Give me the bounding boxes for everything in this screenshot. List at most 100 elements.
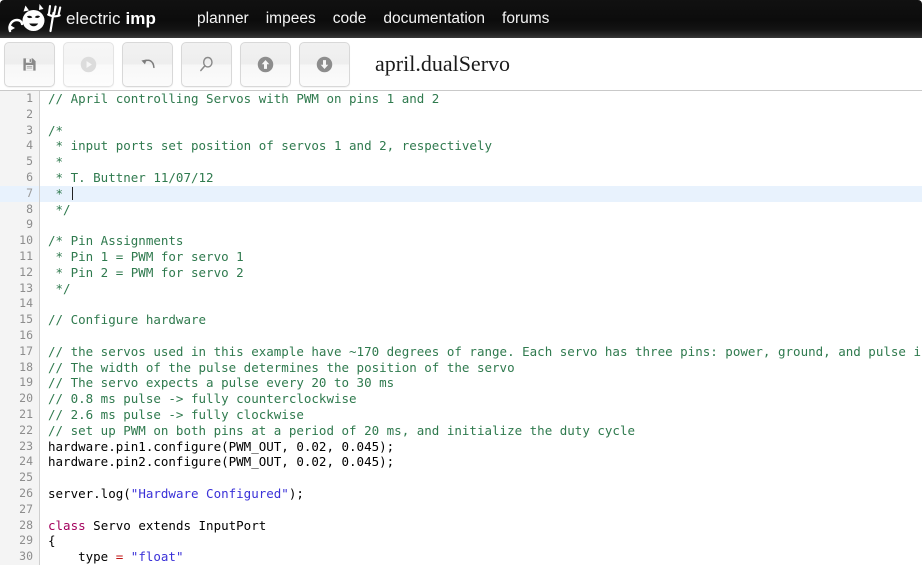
code-line-text[interactable]: /* <box>40 123 922 139</box>
code-line[interactable]: 10 /* Pin Assignments <box>0 233 922 249</box>
code-line[interactable]: 20 // 0.8 ms pulse -> fully counterclockw… <box>0 391 922 407</box>
code-line-text[interactable]: // The width of the pulse determines the… <box>40 360 922 376</box>
code-token-comment: // set up PWM on both pins at a period o… <box>48 422 635 438</box>
code-line-text[interactable] <box>40 107 922 123</box>
code-line[interactable]: 21 // 2.6 ms pulse -> fully clockwise <box>0 406 922 423</box>
code-line[interactable]: 17 // the servos used in this example hav… <box>0 343 922 360</box>
code-line[interactable]: 5 * <box>0 154 922 170</box>
code-line[interactable]: 18 // The width of the pulse determines t… <box>0 359 922 376</box>
line-number: 20 <box>0 391 40 407</box>
code-token-comment: */ <box>48 280 71 296</box>
play-circle-icon <box>80 56 97 72</box>
code-line-text[interactable]: /* Pin Assignments <box>40 233 922 249</box>
code-line[interactable]: 24 hardware.pin2.configure(PWM_OUT, 0.02,… <box>0 454 922 471</box>
code-line-text[interactable]: * T. Buttner 11/07/12 <box>40 170 922 186</box>
code-line-text[interactable]: // 0.8 ms pulse -> fully counterclockwis… <box>40 391 922 407</box>
code-token-comment: * Pin 1 = PWM for servo 1 <box>48 248 244 264</box>
code-line[interactable]: 1 // April controlling Servos with PWM on… <box>0 91 922 107</box>
line-number: 3 <box>0 122 40 139</box>
download-button[interactable] <box>299 41 350 87</box>
code-token-string: "Hardware Configured" <box>130 485 289 501</box>
code-line[interactable]: 12 * Pin 2 = PWM for servo 2 <box>0 264 922 281</box>
line-number: 26 <box>0 485 40 502</box>
code-line-text[interactable] <box>40 217 922 233</box>
code-line[interactable]: 8 */ <box>0 201 922 218</box>
code-line[interactable]: 19 // The servo expects a pulse every 20 … <box>0 375 922 392</box>
code-line[interactable]: 27 <box>0 501 922 518</box>
line-number: 7 <box>0 185 40 202</box>
code-line-text[interactable]: type = "float" <box>40 549 922 565</box>
brand-logo-group[interactable]: electric imp <box>6 0 156 38</box>
code-line-text[interactable] <box>40 296 922 312</box>
code-line[interactable]: 13 */ <box>0 280 922 297</box>
code-line-text[interactable]: */ <box>40 202 922 218</box>
code-line[interactable]: 2 <box>0 106 922 123</box>
code-line-text[interactable]: hardware.pin1.configure(PWM_OUT, 0.02, 0… <box>40 439 922 455</box>
code-token-plain: hardware.pin2.configure(PWM_OUT, 0.02, 0… <box>48 454 395 470</box>
undo-arrow-icon <box>140 59 155 69</box>
code-line-text[interactable]: // Configure hardware <box>40 312 922 328</box>
code-line[interactable]: 6 * T. Buttner 11/07/12 <box>0 169 922 186</box>
code-line[interactable]: 25 <box>0 470 922 486</box>
code-token-comment: */ <box>48 201 71 217</box>
code-line[interactable]: 4 * input ports set position of servos 1… <box>0 138 922 155</box>
code-line-text[interactable]: * input ports set position of servos 1 a… <box>40 138 922 154</box>
code-line[interactable]: 15 // Configure hardware <box>0 312 922 328</box>
search-button[interactable] <box>181 41 232 87</box>
nav-impees[interactable]: impees <box>266 0 316 38</box>
code-line[interactable]: 7 * <box>0 185 922 202</box>
code-line-text[interactable]: * Pin 1 = PWM for servo 1 <box>40 249 922 265</box>
document-title: april.dualServo <box>375 51 511 76</box>
code-line[interactable]: 28 class Servo extends InputPort <box>0 517 922 534</box>
line-number: 12 <box>0 264 40 281</box>
code-line[interactable]: 16 <box>0 327 922 344</box>
code-line[interactable]: 14 <box>0 296 922 313</box>
code-line-text[interactable] <box>40 502 922 518</box>
code-line-text[interactable]: // April controlling Servos with PWM on … <box>40 91 922 107</box>
code-line-text[interactable]: */ <box>40 281 922 297</box>
code-line-text[interactable]: * <box>40 186 922 202</box>
code-line-text[interactable]: // the servos used in this example have … <box>40 344 922 360</box>
line-number: 14 <box>0 296 40 313</box>
code-line[interactable]: 22 // set up PWM on both pins at a period… <box>0 422 922 439</box>
code-line[interactable]: 30 type = "float" <box>0 549 922 565</box>
nav-forums[interactable]: forums <box>502 0 549 38</box>
upload-button[interactable] <box>240 41 291 87</box>
arrow-down-circle-icon <box>316 56 333 72</box>
nav-planner[interactable]: planner <box>197 0 249 38</box>
code-line-text[interactable]: // The servo expects a pulse every 20 to… <box>40 375 922 391</box>
line-number: 9 <box>0 217 40 234</box>
code-line[interactable]: 9 <box>0 217 922 234</box>
main-nav-links: planner impees code documentation forums <box>197 0 549 38</box>
code-token-comment: // the servos used in this example have … <box>48 343 922 359</box>
floppy-disk-save-icon <box>23 57 36 71</box>
nav-documentation[interactable]: documentation <box>383 0 485 38</box>
code-token-comment: /* <box>48 122 64 138</box>
code-line[interactable]: 11 * Pin 1 = PWM for servo 1 <box>0 248 922 265</box>
code-line[interactable]: 3 /* <box>0 122 922 139</box>
code-token-comment: // The servo expects a pulse every 20 to… <box>48 375 395 391</box>
arrow-up-circle-icon <box>257 56 274 72</box>
code-line-text[interactable]: server.log("Hardware Configured"); <box>40 486 922 502</box>
code-line-text[interactable]: // set up PWM on both pins at a period o… <box>40 423 922 439</box>
undo-button[interactable] <box>122 41 173 87</box>
code-line-text[interactable]: * <box>40 154 922 170</box>
brand-prefix: electric <box>66 9 126 28</box>
code-token-comment: * Pin 2 = PWM for servo 2 <box>48 264 244 280</box>
code-line[interactable]: 29 { <box>0 533 922 550</box>
code-line-text[interactable] <box>40 470 922 486</box>
line-number: 13 <box>0 280 40 297</box>
nav-code[interactable]: code <box>333 0 367 38</box>
code-line-text[interactable]: // 2.6 ms pulse -> fully clockwise <box>40 407 922 423</box>
code-editor[interactable]: 1 // April controlling Servos with PWM on… <box>0 91 922 570</box>
code-line[interactable]: 23 hardware.pin1.configure(PWM_OUT, 0.02,… <box>0 438 922 455</box>
code-line[interactable]: 26 server.log("Hardware Configured"); <box>0 485 922 502</box>
save-button[interactable] <box>4 41 55 87</box>
code-line-text[interactable]: * Pin 2 = PWM for servo 2 <box>40 265 922 281</box>
code-line-text[interactable]: class Servo extends InputPort <box>40 518 922 534</box>
run-button[interactable] <box>63 41 114 87</box>
code-line-text[interactable]: hardware.pin2.configure(PWM_OUT, 0.02, 0… <box>40 454 922 470</box>
code-line-text[interactable]: { <box>40 533 922 549</box>
code-line-text[interactable] <box>40 328 922 344</box>
